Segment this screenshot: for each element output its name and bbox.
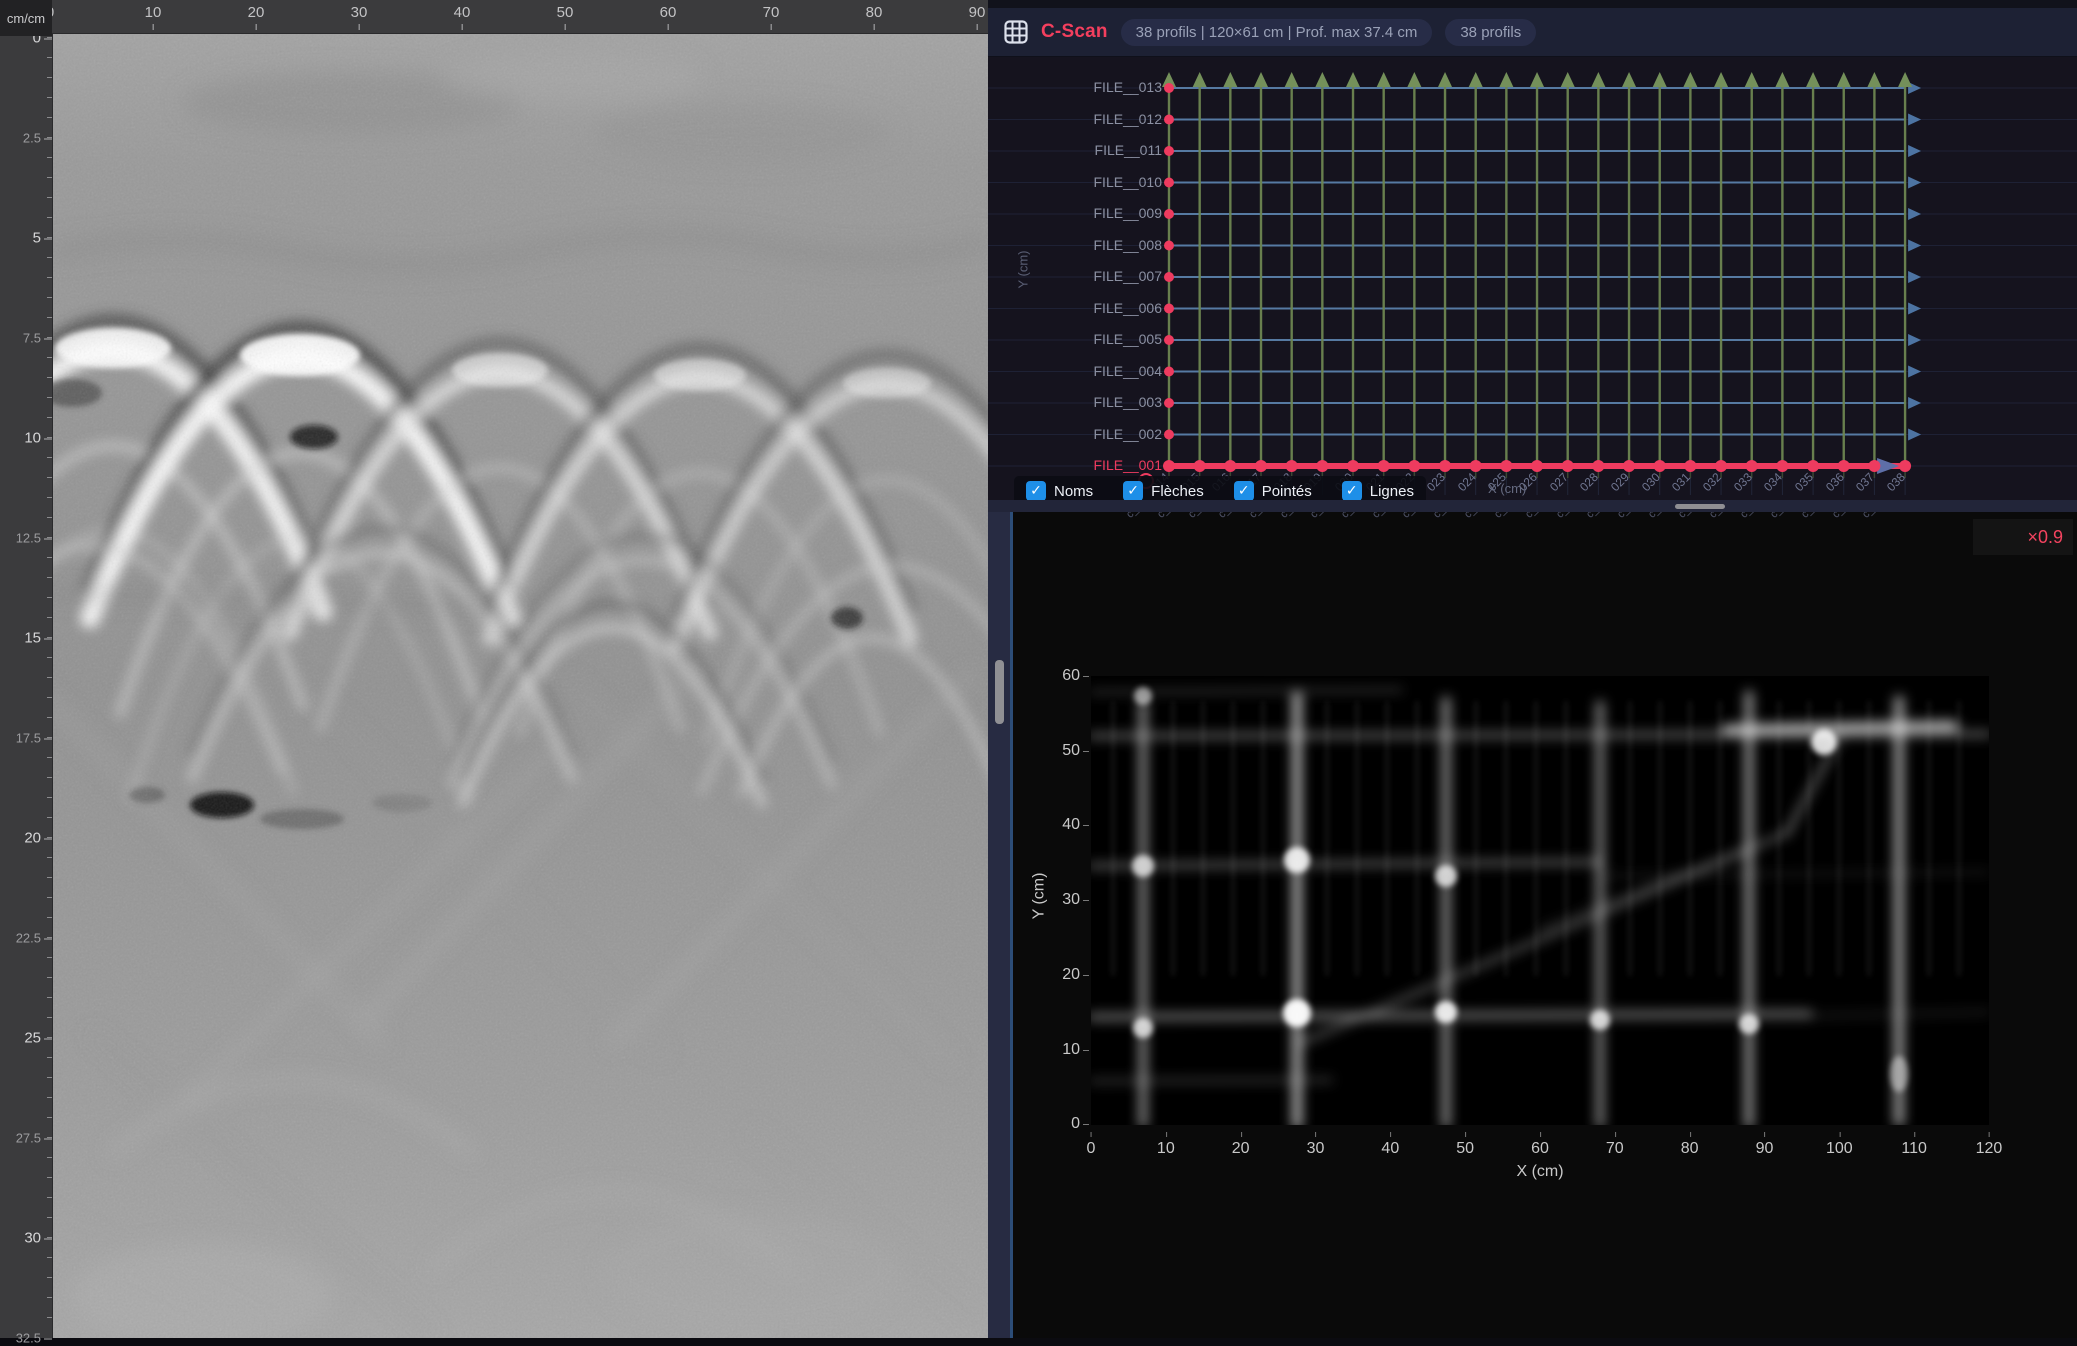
option-label: Pointés [1262, 483, 1312, 500]
cscan-amplitude-map[interactable] [1091, 676, 1989, 1125]
profile-file-label[interactable]: FILE__004 [988, 363, 1162, 380]
panel-title: C-Scan [1041, 21, 1108, 43]
map-x-tick-label: 110 [1901, 1140, 1927, 1158]
map-x-tick-label: 120 [1976, 1140, 2003, 1158]
radargram-svg [52, 33, 988, 1338]
ruler-tick-label: 50 [557, 4, 574, 21]
survey-grid-panel[interactable]: Y (cm) X (cm) FILE__013FILE__012FILE__01… [988, 57, 2077, 500]
ruler-tick-label: 22.5 [16, 931, 41, 946]
map-x-tick-label: 40 [1381, 1140, 1399, 1158]
checkbox-checked[interactable]: ✓ [1234, 481, 1254, 501]
option-label: Noms [1054, 483, 1093, 500]
map-x-tick-label: 100 [1826, 1140, 1853, 1158]
profile-file-label[interactable]: FILE__006 [988, 300, 1162, 317]
map-x-tick-label: 60 [1531, 1140, 1549, 1158]
display-option[interactable]: ✓ Flèches [1123, 481, 1204, 501]
ruler-tick-label: 15 [24, 630, 41, 647]
ruler-tick-label: 90 [969, 4, 986, 21]
map-x-tick-label: 30 [1307, 1140, 1325, 1158]
check-icon: ✓ [1238, 483, 1250, 499]
profile-file-label[interactable]: FILE__012 [988, 111, 1162, 128]
gain-multiplier-badge: ×0.9 [1973, 519, 2073, 555]
profile-file-label[interactable]: FILE__008 [988, 237, 1162, 254]
map-y-tick-label: 10 [988, 1041, 1080, 1059]
map-x-tick-label: 10 [1157, 1140, 1175, 1158]
ruler-tick-label: 30 [351, 4, 368, 21]
map-x-tick-label: 80 [1681, 1140, 1699, 1158]
ruler-tick-label: 70 [763, 4, 780, 21]
map-x-tick-label: 20 [1232, 1140, 1250, 1158]
check-icon: ✓ [1030, 483, 1042, 499]
ruler-tick-label: 40 [454, 4, 471, 21]
ruler-tick-label: 17.5 [16, 731, 41, 746]
map-y-tick-label: 50 [988, 742, 1080, 760]
profile-file-label[interactable]: FILE__007 [988, 268, 1162, 285]
map-y-tick-label: 20 [988, 966, 1080, 984]
ruler-tick-label: 12.5 [16, 531, 41, 546]
ruler-tick-label: 25 [24, 1030, 41, 1047]
panel-accent-border [1010, 512, 1013, 1338]
map-y-tick-label: 60 [988, 667, 1080, 685]
grid-x-axis-label: X (cm) [1488, 481, 1526, 496]
map-x-tick-label: 90 [1756, 1140, 1774, 1158]
profile-file-label[interactable]: FILE__003 [988, 394, 1162, 411]
map-y-tick-label: 0 [988, 1115, 1080, 1133]
map-y-axis-label: Y (cm) [1030, 873, 1048, 920]
horizontal-divider [988, 500, 2077, 512]
check-icon: ✓ [1346, 483, 1358, 499]
horizontal-scrollbar-thumb[interactable] [1675, 504, 1725, 509]
ruler-tick-label: 20 [248, 4, 265, 21]
ruler-tick-label: 27.5 [16, 1131, 41, 1146]
map-x-tick-label: 50 [1456, 1140, 1474, 1158]
grid-icon [1004, 20, 1028, 44]
survey-summary-badge: 38 profils | 120×61 cm | Prof. max 37.4 … [1121, 19, 1433, 46]
cscan-side: C-Scan 38 profils | 120×61 cm | Prof. ma… [988, 0, 2077, 1338]
profile-file-label[interactable]: FILE__002 [988, 426, 1162, 443]
bscan-radargram-image[interactable] [52, 33, 988, 1338]
display-option[interactable]: ✓ Pointés [1234, 481, 1312, 501]
ruler-tick-label: 60 [660, 4, 677, 21]
profile-file-label[interactable]: FILE__010 [988, 174, 1162, 191]
top-strip [988, 0, 2077, 8]
options: ✓ Noms ✓ Flèches ✓ Pointés ✓ [1026, 481, 1414, 501]
profile-file-label[interactable]: FILE__011 [988, 142, 1162, 159]
display-option[interactable]: ✓ Lignes [1342, 481, 1414, 501]
horizontal-ruler: 0102030405060708090 [0, 0, 988, 34]
map-y-tick-label: 40 [988, 816, 1080, 834]
ruler-tick-label: 2.5 [23, 131, 41, 146]
profile-file-label[interactable]: FILE__005 [988, 331, 1162, 348]
bscan-panel: 0102030405060708090 02.557.51012.51517.5… [0, 0, 988, 1338]
profile-file-label[interactable]: FILE__009 [988, 205, 1162, 222]
map-x-axis-label: X (cm) [1516, 1163, 1563, 1181]
vertical-gutter [988, 512, 1010, 1338]
option-label: Lignes [1370, 483, 1414, 500]
ruler-tick-label: 5 [33, 230, 41, 247]
ruler-tick-label: 10 [24, 430, 41, 447]
vertical-ruler: 02.557.51012.51517.52022.52527.53032.5 [0, 33, 53, 1338]
ruler-tick-label: 7.5 [23, 331, 41, 346]
map-x-tick-label: 0 [1087, 1140, 1096, 1158]
checkbox-checked[interactable]: ✓ [1342, 481, 1362, 501]
ruler-tick-label: 20 [24, 830, 41, 847]
profile-count-badge: 38 profils [1445, 19, 1536, 46]
heatmap-svg [1091, 676, 1989, 1125]
profile-file-label[interactable]: FILE__001 [988, 457, 1162, 474]
ruler-tick-label: 80 [866, 4, 883, 21]
display-option[interactable]: ✓ Noms [1026, 481, 1093, 501]
option-label: Flèches [1151, 483, 1204, 500]
map-x-tick-label: 70 [1606, 1140, 1624, 1158]
cscan-header: C-Scan 38 profils | 120×61 cm | Prof. ma… [988, 8, 2077, 57]
check-icon: ✓ [1127, 483, 1139, 499]
checkbox-checked[interactable]: ✓ [1026, 481, 1046, 501]
checkbox-checked[interactable]: ✓ [1123, 481, 1143, 501]
ruler-tick-label: 32.5 [16, 1331, 41, 1346]
ruler-unit-label: cm/cm [7, 11, 45, 26]
profile-file-label[interactable]: FILE__013 [988, 79, 1162, 96]
amplitude-map-panel: ×0.9 [988, 512, 2077, 1338]
ruler-unit-box: cm/cm [0, 0, 52, 36]
ruler-tick-label: 10 [145, 4, 162, 21]
ruler-tick-label: 30 [24, 1230, 41, 1247]
